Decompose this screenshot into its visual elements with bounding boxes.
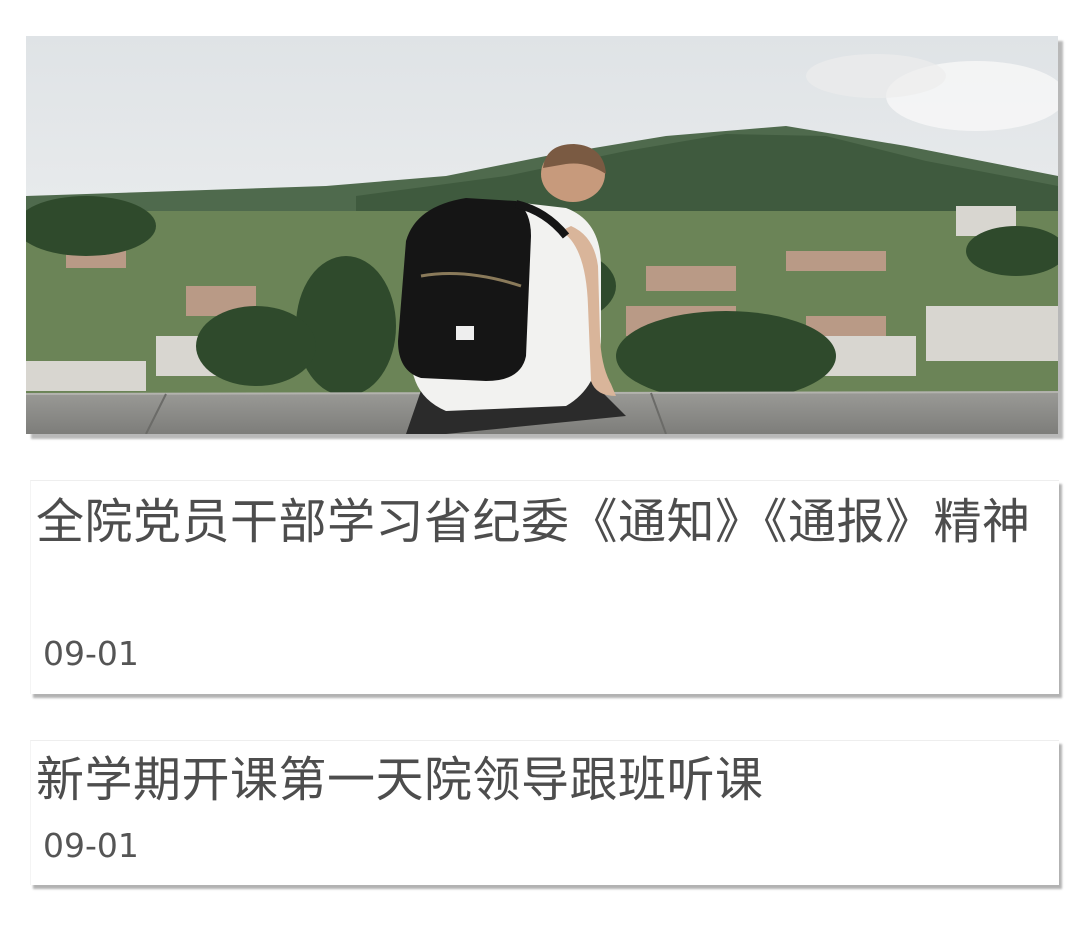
banner-image[interactable] xyxy=(26,36,1058,434)
banner-photo-icon xyxy=(26,36,1058,434)
news-date: 09-01 xyxy=(43,826,139,865)
news-item[interactable]: 新学期开课第一天院领导跟班听课 09-01 xyxy=(30,740,1059,885)
news-item[interactable]: 全院党员干部学习省纪委《通知》《通报》精神 09-01 xyxy=(30,480,1059,694)
news-title: 全院党员干部学习省纪委《通知》《通报》精神 xyxy=(36,494,1031,550)
news-date: 09-01 xyxy=(43,634,139,673)
news-title: 新学期开课第一天院领导跟班听课 xyxy=(36,752,764,808)
